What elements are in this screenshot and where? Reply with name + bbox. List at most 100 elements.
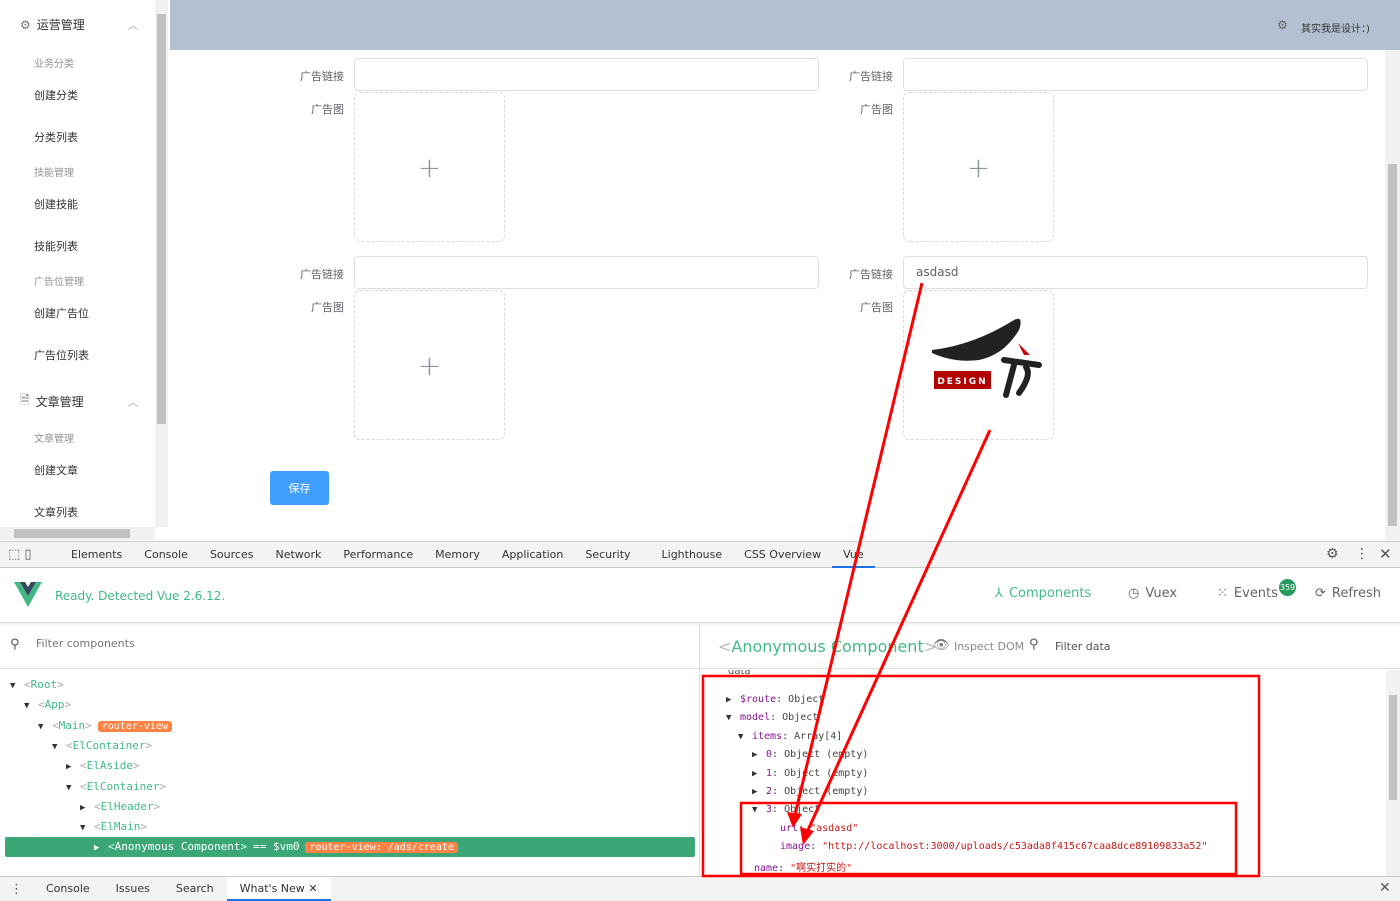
ad-link-input[interactable] [903,58,1368,91]
inspect-dom-button[interactable]: Inspect DOM [954,640,1024,653]
ad-link-input[interactable] [354,256,819,289]
search-icon: ⚲ [1029,637,1039,652]
tab-security[interactable]: Security [574,542,641,568]
user-menu[interactable]: 其实我是设计：) [1301,20,1370,35]
ad-link-label: 广告链接 [849,268,893,281]
data-row-item[interactable]: ▼ 3: Object [752,804,820,815]
menu-group-articles[interactable]: 🗎 文章管理 ︿ [20,391,138,412]
refresh-button[interactable]: ⟳ Refresh [1315,586,1381,601]
menu-item-create-article[interactable]: 创建文章 [34,462,78,478]
tab-performance[interactable]: Performance [332,542,424,568]
sidebar-scrollbar[interactable] [155,0,168,527]
collapse-icon[interactable]: ▼ [38,722,52,732]
tree-node-selected[interactable]: ▶ <Anonymous Component> == $vm0 router-view… [5,837,695,858]
tab-elements[interactable]: Elements [60,542,133,568]
data-row-url[interactable]: url: "asdasd" [780,823,858,834]
menu-item-create-category[interactable]: 创建分类 [34,87,78,103]
settings-icon[interactable]: ⚙ [1277,18,1288,32]
tree-node[interactable]: ▶ <ElHeader> [80,800,160,813]
tree-node[interactable]: ▼ <Root> [10,678,64,691]
close-icon[interactable]: ✕ [1379,545,1392,563]
collapse-icon[interactable]: ▼ [52,742,66,752]
drawer-tab-console[interactable]: Console [33,877,103,901]
menu-group-operations[interactable]: ⚙ 运营管理 ︿ [20,16,138,33]
sidebar-hscrollbar[interactable] [0,527,155,540]
drawer-tab-whats-new[interactable]: What's New ✕ [226,877,331,901]
collapse-icon[interactable]: ▼ [80,823,94,833]
data-row-route[interactable]: ▶ $route: Object [726,694,824,705]
menu-item-create-skill[interactable]: 创建技能 [34,196,78,212]
ad-link-label: 广告链接 [300,268,344,281]
components-button[interactable]: ⅄ Components [995,586,1091,601]
data-row-item[interactable]: ▶ 1: Object (empty) [752,768,868,779]
expand-icon[interactable]: ▶ [94,838,108,858]
vue-status: Ready. Detected Vue 2.6.12. [55,589,226,603]
data-row-image[interactable]: image: "http://localhost:3000/uploads/c5… [780,841,1207,852]
tab-vue[interactable]: Vue [832,542,875,568]
tree-node-name: ElContainer [72,738,146,752]
tree-node-name: Root [30,678,58,691]
ad-image-uploader[interactable]: + [354,290,505,440]
uploaded-ad-image: DESIGN [931,318,1042,398]
tab-sources[interactable]: Sources [199,542,265,568]
ad-link-input[interactable] [354,58,819,91]
more-icon[interactable]: ⋮ [1355,546,1369,562]
eye-icon[interactable]: 👁 [933,638,950,653]
ad-image-uploader[interactable]: + [354,92,505,242]
tree-node[interactable]: ▼ <Main> router-view [38,719,172,732]
tree-node[interactable]: ▼ <App> [24,698,71,711]
filter-data-input[interactable]: Filter data [1055,640,1111,653]
filter-components-input[interactable] [36,637,336,650]
events-button[interactable]: ⁙ Events [1217,586,1278,601]
data-row-model[interactable]: ▼ model: Object [726,712,818,723]
more-icon[interactable]: ⋮ [0,882,33,897]
drawer-tab-issues[interactable]: Issues [103,877,163,901]
expand-icon[interactable]: ▶ [80,803,94,813]
main-scrollbar[interactable] [1385,50,1400,541]
save-button[interactable]: 保存 [270,471,329,505]
ad-image-uploader[interactable]: DESIGN [903,290,1054,440]
drawer-tab-search[interactable]: Search [163,877,227,901]
tab-console[interactable]: Console [133,542,199,568]
data-row-item[interactable]: ▶ 0: Object (empty) [752,749,868,760]
tree-node[interactable]: ▼ <ElContainer> [66,780,166,793]
inspect-element-icon[interactable]: ⬚ ▯ [0,547,60,562]
tab-application[interactable]: Application [491,542,574,568]
plus-icon: + [417,348,442,382]
tree-node[interactable]: ▼ <ElContainer> [52,739,152,752]
collapse-icon[interactable]: ▼ [24,701,38,711]
collapse-icon[interactable]: ▼ [10,681,24,691]
ad-link-label: 广告链接 [300,70,344,83]
menu-item-skill-list[interactable]: 技能列表 [34,238,78,254]
tab-lighthouse[interactable]: Lighthouse [642,542,734,568]
expand-icon[interactable]: ▶ [66,762,80,772]
tree-node[interactable]: ▼ <ElMain> [80,820,147,833]
tree-node-name: ElContainer [86,779,160,793]
close-icon[interactable]: ✕ [308,882,317,895]
vm-ref: == $vm0 [253,840,300,854]
menu-item-category-list[interactable]: 分类列表 [34,129,78,145]
menu-item-article-list[interactable]: 文章列表 [34,504,78,520]
collapse-icon[interactable]: ▼ [66,783,80,793]
ad-image-uploader[interactable]: + [903,92,1054,242]
tab-network[interactable]: Network [264,542,332,568]
settings-icon[interactable]: ⚙ [1326,546,1339,562]
menu-item-create-ad[interactable]: 创建广告位 [34,305,89,321]
data-row-items[interactable]: ▼ items: Array[4] [738,731,842,742]
ad-link-input[interactable]: asdasd [903,256,1368,289]
data-row-name[interactable]: name: "啊实打实的" [754,859,852,874]
menu-item-ad-list[interactable]: 广告位列表 [34,347,89,363]
search-icon: ⚲ [10,637,20,652]
vue-devtools-header: Ready. Detected Vue 2.6.12. ⅄ Components … [0,568,1400,623]
tab-memory[interactable]: Memory [424,542,491,568]
chevron-up-icon: ︿ [128,21,138,32]
tree-node[interactable]: ▶ <ElAside> [66,759,140,772]
vuex-button[interactable]: ◷ Vuex [1128,586,1177,601]
data-scrollbar[interactable] [1386,670,1400,876]
gear-icon: ⚙ [20,17,31,32]
close-drawer-icon[interactable]: ✕ [1379,880,1391,896]
tab-css-overview[interactable]: CSS Overview [733,542,832,568]
tree-node-name: ElAside [86,759,133,773]
components-icon: ⅄ [995,586,1003,601]
data-row-item[interactable]: ▶ 2: Object (empty) [752,786,868,797]
